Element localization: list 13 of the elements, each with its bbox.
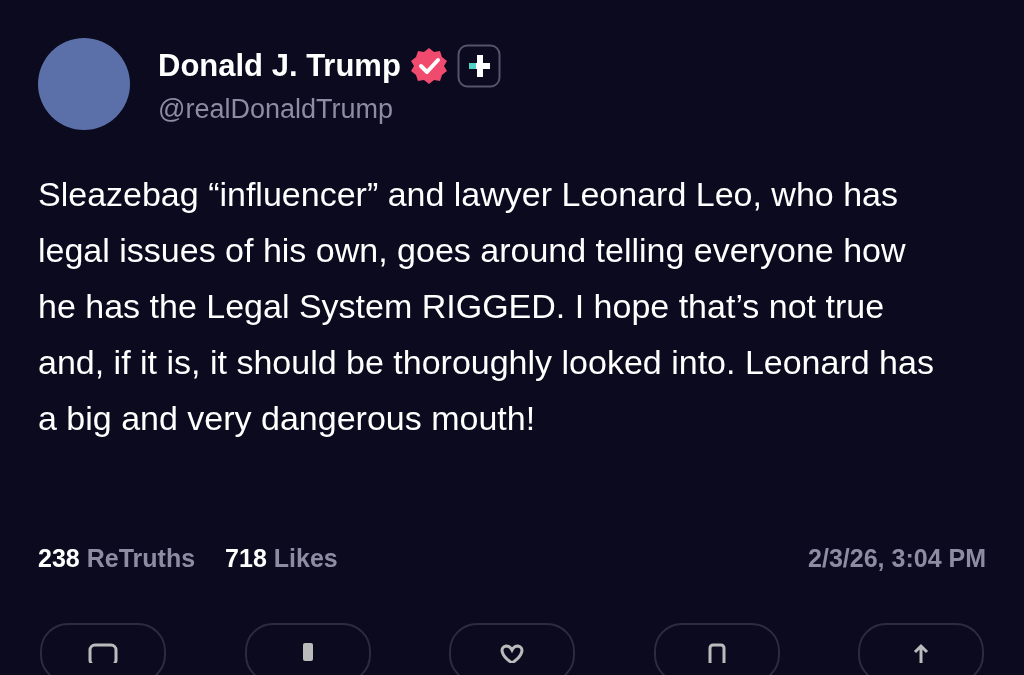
like-button[interactable] — [449, 623, 575, 675]
stat-label[interactable]: Likes — [273, 544, 338, 573]
save-button[interactable] — [653, 623, 780, 675]
post-timestamp: 2/3/26, 3:04 PM — [808, 544, 986, 573]
stat-count: 718 — [225, 544, 267, 573]
stat-count: 238 — [38, 544, 80, 573]
stat-label[interactable]: ReTruths — [86, 544, 196, 573]
post-text: Sleazebag “influencer” and lawyer Leonard Leo, who has legal issues of his own, goes around telling everyone how he has the Legal System RIGGED. I hope that’s not true and, if it is, it should be thoroughly looked into. Leonard has a big and very dangerous mouth! — [38, 174, 935, 439]
author-name[interactable]: Donald J. Trump — [158, 47, 401, 84]
retruth-button[interactable] — [244, 623, 371, 675]
plus-icon[interactable] — [456, 43, 501, 88]
author-handle[interactable]: @realDonaldTrump — [158, 93, 501, 125]
reply-button[interactable] — [40, 623, 166, 675]
